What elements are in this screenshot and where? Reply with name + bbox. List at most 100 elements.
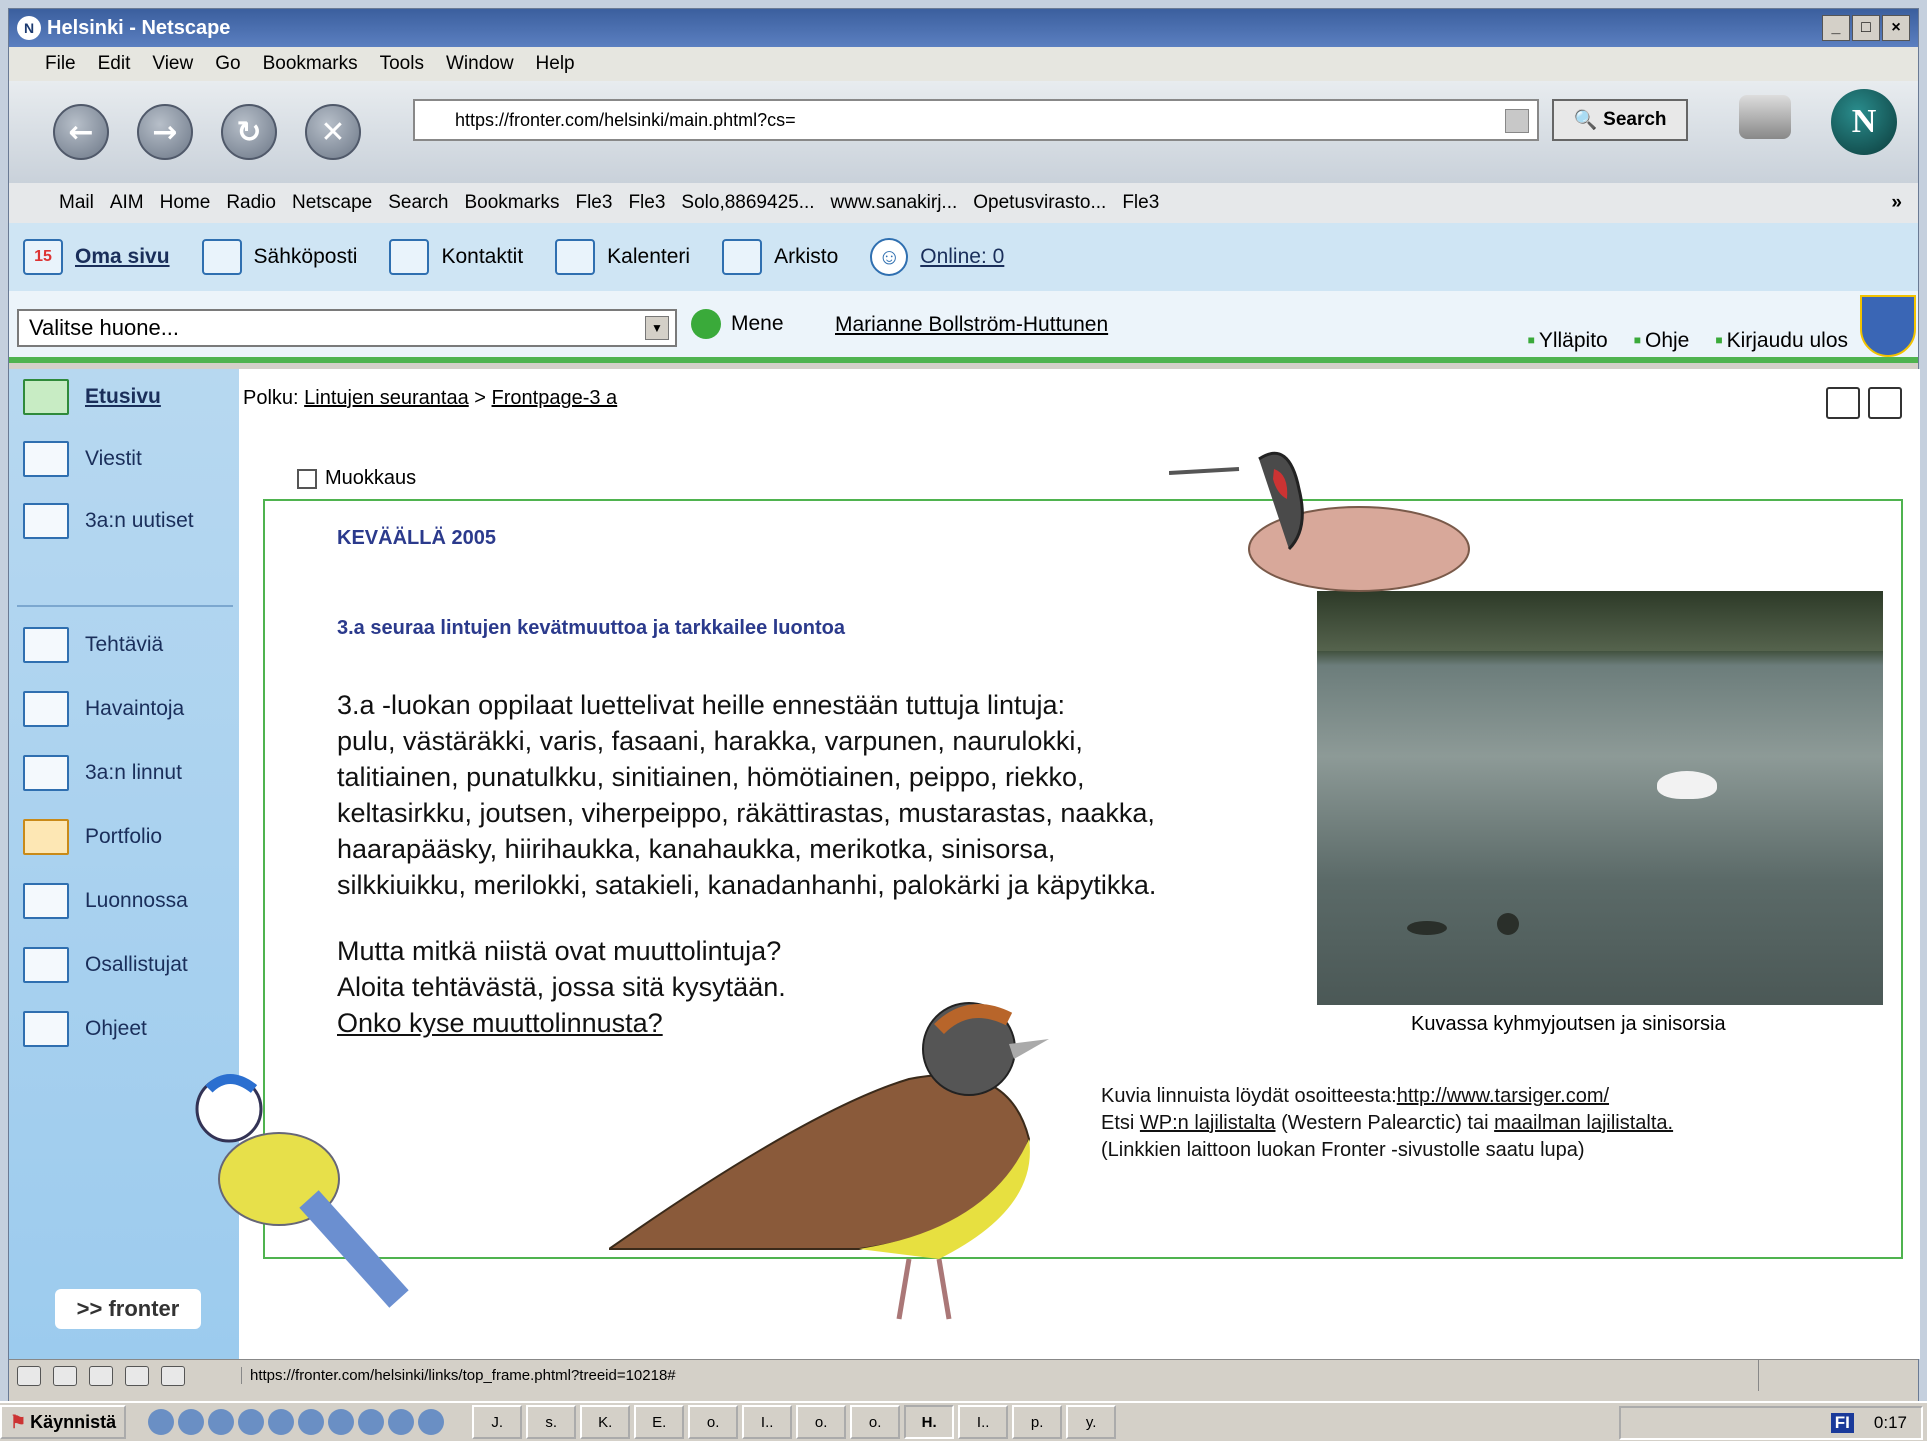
bookmark-bookmarks[interactable]: Bookmarks — [464, 192, 559, 214]
bookmark-fle3-2[interactable]: Fle3 — [628, 192, 665, 214]
sidebar-item-havaintoja[interactable]: Havaintoja — [23, 691, 184, 727]
helsinki-crest-icon — [1860, 295, 1916, 357]
taskbar-button[interactable]: y. — [1066, 1405, 1117, 1439]
arkisto-link[interactable]: Arkisto — [722, 239, 838, 275]
sidebar-item-etusivu[interactable]: Etusivu — [23, 379, 161, 415]
sidebar-item-osallistujat[interactable]: Osallistujat — [23, 947, 188, 983]
back-button[interactable]: ← — [53, 104, 109, 160]
netscape-status-icon[interactable] — [17, 1365, 41, 1386]
reload-button[interactable]: ↻ — [221, 104, 277, 160]
tarsiger-link[interactable]: http://www.tarsiger.com/ — [1397, 1085, 1609, 1107]
start-button[interactable]: ⚑ Käynnistä — [0, 1405, 127, 1439]
taskbar-button-active[interactable]: H. — [904, 1405, 955, 1439]
mail-icon[interactable] — [298, 1409, 325, 1435]
search-icon[interactable] — [268, 1409, 295, 1435]
minimize-button[interactable]: _ — [1822, 15, 1850, 41]
printer-icon[interactable] — [1868, 387, 1902, 419]
wp-list-link[interactable]: WP:n lajilistalta — [1140, 1112, 1276, 1134]
sidebar-item-portfolio[interactable]: Portfolio — [23, 819, 162, 855]
music-icon[interactable] — [388, 1409, 415, 1435]
online-link[interactable]: ☺ Online: 0 — [870, 238, 1004, 276]
forward-button[interactable]: → — [137, 104, 193, 160]
world-list-link[interactable]: maailman lajilistalta. — [1494, 1112, 1673, 1134]
url-dropdown-icon[interactable] — [1505, 109, 1529, 133]
taskbar-button[interactable]: o. — [688, 1405, 739, 1439]
dropdown-arrow-icon[interactable]: ▼ — [645, 316, 669, 340]
taskbar-button[interactable]: E. — [634, 1405, 685, 1439]
url-input[interactable]: https://fronter.com/helsinki/main.phtml?… — [413, 99, 1539, 141]
bookmark-mail[interactable]: Mail — [59, 192, 94, 214]
taskbar-button[interactable]: I.. — [958, 1405, 1009, 1439]
kalenteri-link[interactable]: Kalenteri — [555, 239, 690, 275]
bookmark-home[interactable]: Home — [160, 192, 211, 214]
breadcrumb-link-frontpage[interactable]: Frontpage-3 a — [492, 387, 618, 409]
bookmarks-more-icon[interactable]: » — [1891, 192, 1902, 214]
composer-status-icon[interactable] — [125, 1365, 149, 1386]
bookmark-fle3-1[interactable]: Fle3 — [575, 192, 612, 214]
menu-tools[interactable]: Tools — [380, 53, 424, 75]
sidebar-item-tehtavia[interactable]: Tehtäviä — [23, 627, 163, 663]
menu-edit[interactable]: Edit — [98, 53, 131, 75]
mail-status-icon[interactable] — [53, 1365, 77, 1386]
menu-help[interactable]: Help — [536, 53, 575, 75]
stop-button[interactable]: ✕ — [305, 104, 361, 160]
folder-icon — [23, 883, 69, 919]
bookmark-aim[interactable]: AIM — [110, 192, 144, 214]
sidebar-item-viestit[interactable]: Viestit — [23, 441, 142, 477]
print-icon[interactable] — [1739, 95, 1791, 139]
taskbar-button[interactable]: K. — [580, 1405, 631, 1439]
taskbar-button[interactable]: s. — [526, 1405, 577, 1439]
netscape-icon[interactable] — [238, 1409, 265, 1435]
user-name-link[interactable]: Marianne Bollström-Huttunen — [835, 313, 1108, 337]
kontaktit-link[interactable]: Kontaktit — [389, 239, 523, 275]
netscape-logo[interactable]: N — [1831, 89, 1897, 155]
page-status-icon[interactable] — [161, 1365, 185, 1386]
menu-window[interactable]: Window — [446, 53, 514, 75]
sahkoposti-link[interactable]: Sähköposti — [201, 239, 358, 275]
ie-icon[interactable] — [148, 1409, 175, 1435]
room-select[interactable]: Valitse huone... ▼ — [17, 309, 677, 347]
ohje-link[interactable]: Ohje — [1634, 329, 1689, 353]
bookmark-fle3-3[interactable]: Fle3 — [1122, 192, 1159, 214]
go-button[interactable]: Mene — [691, 309, 784, 339]
clock[interactable]: 0:17 — [1874, 1413, 1907, 1433]
logout-link[interactable]: Kirjaudu ulos — [1715, 329, 1848, 353]
breadcrumb-link-lintujen[interactable]: Lintujen seurantaa — [304, 387, 469, 409]
sahkoposti-label: Sähköposti — [253, 245, 358, 268]
bookmark-radio[interactable]: Radio — [226, 192, 276, 214]
bookmark-sanakirja[interactable]: www.sanakirj... — [831, 192, 958, 214]
desktop-icon[interactable] — [208, 1409, 235, 1435]
language-indicator[interactable]: FI — [1830, 1413, 1854, 1433]
yllapito-link[interactable]: Ylläpito — [1528, 329, 1608, 353]
sidebar-item-linnut[interactable]: 3a:n linnut — [23, 755, 182, 791]
sidebar-item-ohjeet[interactable]: Ohjeet — [23, 1011, 147, 1047]
menu-view[interactable]: View — [152, 53, 193, 75]
bookmark-solo[interactable]: Solo,8869425... — [681, 192, 814, 214]
fronter-toolbar: 15 Oma sivu Sähköposti Kontaktit Kalente… — [9, 223, 1918, 291]
explorer-icon[interactable] — [178, 1409, 205, 1435]
taskbar-button[interactable]: o. — [796, 1405, 847, 1439]
edit-toggle[interactable]: Muokkaus — [297, 467, 416, 490]
search-button[interactable]: 🔍 Search — [1552, 99, 1688, 141]
bookmark-search[interactable]: Search — [388, 192, 448, 214]
edit-checkbox[interactable] — [297, 468, 317, 489]
taskbar-button[interactable]: o. — [850, 1405, 901, 1439]
taskbar-button[interactable]: p. — [1012, 1405, 1063, 1439]
taskbar-button[interactable]: I.. — [742, 1405, 793, 1439]
aim-status-icon[interactable] — [89, 1365, 113, 1386]
menu-bookmarks[interactable]: Bookmarks — [263, 53, 358, 75]
close-button[interactable]: × — [1882, 15, 1910, 41]
media-player-icon[interactable] — [418, 1409, 445, 1435]
sidebar-item-uutiset[interactable]: 3a:n uutiset — [23, 503, 194, 539]
book-icon[interactable] — [1826, 387, 1860, 419]
bookmark-netscape[interactable]: Netscape — [292, 192, 372, 214]
bookmark-opetusvirasto[interactable]: Opetusvirasto... — [973, 192, 1106, 214]
oma-sivu-link[interactable]: 15 Oma sivu — [23, 239, 170, 275]
aim-icon[interactable] — [358, 1409, 385, 1435]
maximize-button[interactable]: □ — [1852, 15, 1880, 41]
winamp-icon[interactable] — [328, 1409, 355, 1435]
sidebar-item-luonnossa[interactable]: Luonnossa — [23, 883, 188, 919]
menu-go[interactable]: Go — [215, 53, 240, 75]
taskbar-button[interactable]: J. — [472, 1405, 523, 1439]
menu-file[interactable]: File — [45, 53, 76, 75]
